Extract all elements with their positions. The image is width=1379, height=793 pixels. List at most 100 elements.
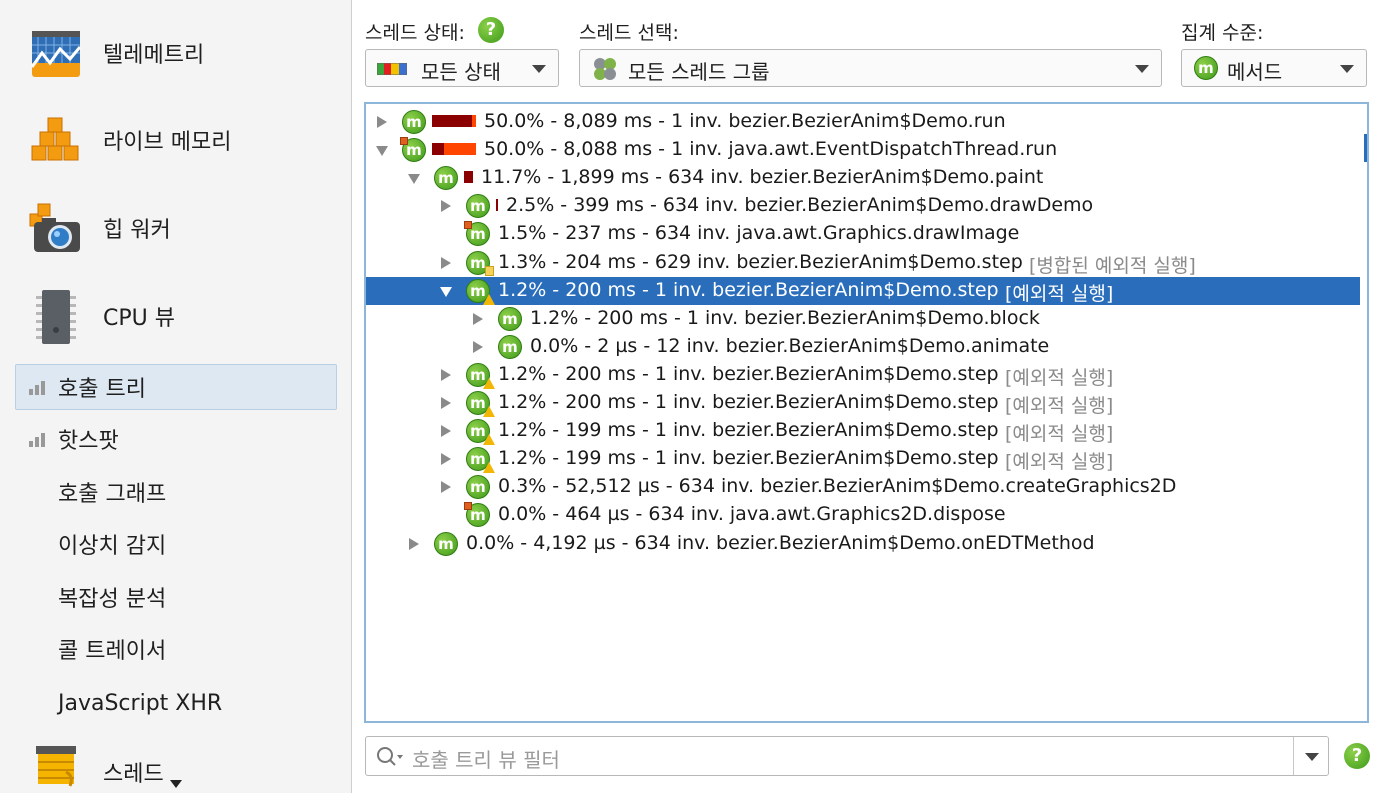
scrollbar[interactable] (1364, 134, 1367, 162)
thread-select-label: 스레드 선택: (579, 22, 679, 44)
chevron-down-icon[interactable] (170, 780, 182, 788)
expand-toggle-icon[interactable] (409, 537, 419, 550)
tree-row-label: 1.2% - 199 ms - 1 inv. bezier.BezierAnim… (498, 447, 999, 470)
thread-status-label: 스레드 상태: (365, 22, 465, 44)
tree-row-label: 0.0% - 464 µs - 634 inv. java.awt.Graphi… (498, 503, 1006, 526)
method-icon: m (464, 221, 490, 247)
tree-row[interactable]: m 1.5% - 237 ms - 634 inv. java.awt.Graph… (366, 220, 1360, 248)
sidebar-item-call-tree[interactable]: 호출 트리 (15, 364, 337, 410)
sidebar-item-hot-spots[interactable]: 핫스팟 (15, 416, 337, 462)
tree-row[interactable]: m 0.3% - 52,512 µs - 634 inv. bezier.Bezi… (366, 473, 1360, 501)
time-bar (496, 199, 498, 212)
exit-marker-icon (400, 137, 408, 146)
warning-icon (483, 406, 495, 417)
time-bar (464, 171, 473, 184)
tree-row-note: [예외적 실행] (1005, 423, 1114, 446)
method-icon: m (466, 194, 490, 219)
aggregation-select[interactable]: m 메서드 (1181, 49, 1367, 87)
thread-select[interactable]: 모든 스레드 그룹 (579, 49, 1162, 87)
sidebar-item-threads[interactable]: 스레드 (0, 742, 351, 793)
sidebar-item-label: 호출 트리 (58, 377, 146, 402)
cpu-views-icon (36, 290, 76, 344)
thread-group-icon (594, 58, 616, 80)
tree-row[interactable]: m 1.2% - 199 ms - 1 inv. bezier.BezierAni… (366, 417, 1360, 446)
tree-row[interactable]: m 2.5% - 399 ms - 634 inv. bezier.BezierA… (366, 192, 1360, 220)
expand-toggle-icon[interactable] (441, 368, 451, 381)
expand-toggle-icon[interactable] (441, 425, 451, 438)
sidebar-item-label: 콜 트레이서 (58, 639, 167, 664)
chevron-down-icon (532, 65, 546, 73)
aggregation-value: 메서드 (1227, 60, 1283, 84)
sidebar-item-telemetry[interactable]: 텔레메트리 (0, 13, 351, 93)
tree-row[interactable]: m 1.3% - 204 ms - 629 inv. bezier.BezierA… (366, 249, 1360, 277)
tree-row[interactable]: m 1.2% - 200 ms - 1 inv. bezier.BezierAni… (366, 361, 1360, 389)
expand-toggle-icon[interactable] (473, 312, 483, 325)
tree-row[interactable]: m 1.2% - 200 ms - 1 inv. bezier.BezierAni… (366, 276, 1360, 305)
thread-status-colors-icon (377, 63, 407, 75)
sidebar-item-javascript-xhr[interactable]: JavaScript XHR (15, 680, 337, 726)
sidebar-item-live-memory[interactable]: 라이브 메모리 (0, 100, 351, 180)
method-icon: m (466, 475, 490, 500)
tree-row-label: 50.0% - 8,089 ms - 1 inv. bezier.BezierA… (484, 110, 1006, 132)
warning-icon (483, 377, 495, 389)
sidebar-item-call-graph[interactable]: 호출 그래프 (15, 469, 337, 515)
filter-placeholder: 호출 트리 뷰 필터 (412, 748, 560, 772)
help-icon[interactable]: ? (1344, 743, 1370, 769)
time-bar (472, 115, 476, 127)
sidebar-item-label: 라이브 메모리 (103, 130, 232, 155)
thread-status-select[interactable]: 모든 상태 (365, 49, 559, 87)
sidebar-item-label: 이상치 감지 (58, 534, 167, 559)
tree-row[interactable]: m 1.2% - 200 ms - 1 inv. bezier.BezierAni… (366, 305, 1360, 333)
sidebar-item-complexity-analysis[interactable]: 복잡성 분석 (15, 574, 337, 620)
method-icon: m (466, 250, 494, 276)
expand-toggle-icon[interactable] (441, 453, 451, 466)
tree-row[interactable]: m 50.0% - 8,089 ms - 1 inv. bezier.Bezier… (366, 108, 1360, 136)
tree-row-label: 2.5% - 399 ms - 634 inv. bezier.BezierAn… (506, 194, 1094, 217)
method-icon: m (402, 110, 426, 134)
tree-row[interactable]: m 1.2% - 200 ms - 1 inv. bezier.BezierAni… (366, 389, 1360, 417)
sidebar-item-label: 힙 워커 (103, 218, 171, 243)
tree-row[interactable]: m 0.0% - 4,192 µs - 634 inv. bezier.Bezie… (366, 530, 1360, 558)
tree-row[interactable]: m 0.0% - 464 µs - 634 inv. java.awt.Graph… (366, 501, 1360, 529)
thread-select-value: 모든 스레드 그룹 (628, 60, 770, 84)
tree-row[interactable]: m 50.0% - 8,088 ms - 1 inv. java.awt.Even… (366, 136, 1360, 164)
expand-toggle-icon[interactable] (441, 481, 451, 494)
tree-row[interactable]: m 11.7% - 1,899 ms - 634 inv. bezier.Bezi… (366, 164, 1360, 192)
sidebar: 텔레메트리 라이브 메모리 힙 워커 CPU 뷰 호출 트리 핫스팟 호출 그래… (0, 0, 352, 793)
sidebar-item-outlier-detection[interactable]: 이상치 감지 (15, 521, 337, 567)
tree-row-note: [예외적 실행] (1005, 282, 1114, 305)
threads-icon (36, 746, 76, 787)
sidebar-item-heap-walker[interactable]: 힙 워커 (0, 188, 351, 268)
expand-toggle-icon[interactable] (377, 116, 387, 128)
expand-toggle-icon[interactable] (441, 397, 451, 409)
time-bar (432, 115, 472, 127)
warning-icon (483, 434, 495, 446)
collapse-toggle-icon[interactable] (440, 286, 452, 297)
sidebar-item-label: 복잡성 분석 (58, 587, 167, 612)
tree-row-label: 0.3% - 52,512 µs - 634 inv. bezier.Bezie… (498, 475, 1177, 498)
tree-row[interactable]: m 0.0% - 2 µs - 12 inv. bezier.BezierAnim… (366, 333, 1360, 361)
collapse-toggle-icon[interactable] (408, 174, 420, 185)
merged-icon (485, 265, 494, 276)
expand-toggle-icon[interactable] (441, 200, 451, 213)
chevron-down-icon[interactable] (1305, 753, 1319, 761)
tree-row[interactable]: m 1.2% - 199 ms - 1 inv. bezier.BezierAni… (366, 445, 1360, 474)
aggregation-label: 집계 수준: (1181, 22, 1264, 44)
method-icon: m (466, 391, 495, 417)
method-icon: m (400, 137, 426, 163)
call-tree-filter[interactable]: 호출 트리 뷰 필터 (365, 736, 1329, 776)
exit-marker-icon (464, 221, 472, 230)
chevron-down-icon (1135, 65, 1149, 73)
sidebar-item-call-tracer[interactable]: 콜 트레이서 (15, 626, 337, 672)
time-bar (432, 143, 444, 156)
sidebar-item-cpu-views[interactable]: CPU 뷰 (0, 276, 351, 356)
tree-row-note: [예외적 실행] (1005, 395, 1114, 417)
expand-toggle-icon[interactable] (441, 256, 451, 269)
thread-status-value: 모든 상태 (421, 60, 501, 84)
time-bar (444, 143, 476, 156)
call-tree[interactable]: m 50.0% - 8,089 ms - 1 inv. bezier.Bezier… (364, 102, 1369, 723)
expand-toggle-icon[interactable] (473, 340, 483, 353)
collapse-toggle-icon[interactable] (376, 146, 388, 157)
method-icon: m (1194, 56, 1218, 80)
help-icon[interactable]: ? (478, 17, 504, 43)
